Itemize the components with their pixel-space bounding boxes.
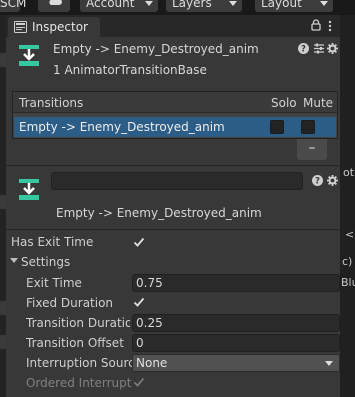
transition-offset-label: Transition Offset (26, 336, 124, 350)
svg-text:?: ? (315, 177, 320, 186)
kebab-menu-icon[interactable] (328, 20, 332, 35)
right-edge-text: Blu (341, 276, 355, 289)
layout-dropdown[interactable]: Layout (255, 0, 333, 12)
transition-icon (19, 179, 39, 204)
transition-offset-field[interactable]: 0 (132, 334, 340, 352)
dropdown-arrow-icon (145, 1, 153, 6)
dropdown-arrow-icon (229, 1, 237, 6)
settings-icon[interactable] (327, 175, 338, 189)
tab-inspector[interactable]: Inspector (8, 17, 100, 37)
mute-checkbox[interactable] (301, 120, 315, 134)
transitions-list: Transitions Solo Mute Empty -> Enemy_Des… (12, 91, 338, 139)
interruption-source-label: Interruption Source (26, 356, 132, 370)
layers-dropdown[interactable]: Layers (166, 0, 242, 12)
lock-icon[interactable] (311, 19, 321, 34)
right-edge-text: c) (342, 255, 353, 268)
scm-button[interactable]: SCM (0, 0, 26, 12)
exit-time-value: 0.75 (136, 276, 163, 290)
solo-header-label: Solo (271, 96, 297, 110)
foldout-arrow-icon[interactable] (10, 258, 18, 263)
ordered-interruption-label: Ordered Interruption (26, 376, 132, 390)
top-toolbar: SCM Account Layers Layout (0, 0, 355, 15)
transitions-list-header: Transitions Solo Mute (13, 92, 337, 113)
transition-duration-field[interactable]: 0.25 (132, 314, 340, 332)
interruption-source-value: None (136, 356, 168, 370)
account-label: Account (86, 0, 135, 10)
checkmark-icon (133, 237, 145, 247)
settings-icon[interactable] (327, 43, 338, 57)
header-title: Empty -> Enemy_Destroyed_anim (53, 42, 259, 56)
settings-foldout-label[interactable]: Settings (21, 255, 121, 269)
checkmark-icon (133, 297, 145, 307)
right-edge-text: < (345, 228, 355, 241)
mute-header-label: Mute (303, 96, 334, 110)
dropdown-arrow-icon (320, 1, 328, 6)
transition-duration-label: Transition Duration (26, 316, 130, 330)
remove-transition-button[interactable]: – (297, 139, 327, 160)
fixed-duration-label: Fixed Duration (26, 296, 114, 310)
layout-label: Layout (261, 0, 302, 10)
header-subtitle: 1 AnimatorTransitionBase (53, 63, 207, 77)
layers-label: Layers (172, 0, 212, 10)
divider (6, 229, 340, 230)
transition-row-name: Empty -> Enemy_Destroyed_anim (19, 120, 225, 134)
inspector-icon (14, 21, 27, 36)
presets-icon[interactable] (313, 43, 325, 57)
remove-transition-label: – (308, 140, 316, 156)
has-exit-time-checkbox[interactable] (132, 235, 146, 249)
tab-label: Inspector (32, 20, 88, 34)
transition-name-field[interactable] (51, 172, 303, 190)
help-icon[interactable]: ? (298, 43, 309, 57)
solo-checkbox[interactable] (270, 120, 284, 134)
exit-time-label: Exit Time (26, 276, 82, 290)
account-dropdown[interactable]: Account (80, 0, 158, 12)
scm-label: SCM (0, 0, 27, 10)
interruption-source-dropdown[interactable]: None (132, 354, 340, 372)
exit-time-field[interactable]: 0.75 (132, 274, 340, 292)
inspector-panel: Inspector Empty -> Enemy_Destroyed_anim … (6, 15, 340, 397)
transition-title: Empty -> Enemy_Destroyed_anim (56, 206, 262, 220)
transition-row[interactable]: Empty -> Enemy_Destroyed_anim (14, 117, 336, 137)
cloud-icon (48, 0, 62, 10)
has-exit-time-label: Has Exit Time (11, 235, 94, 249)
dropdown-arrow-icon (325, 361, 333, 366)
right-window-edge: ot < c) Blu (340, 15, 355, 397)
tab-bar: Inspector (6, 15, 340, 37)
cloud-button[interactable] (38, 0, 70, 12)
ordered-interruption-checkbox (132, 375, 146, 389)
help-icon[interactable]: ? (312, 175, 323, 189)
fixed-duration-checkbox[interactable] (132, 295, 146, 309)
divider (6, 165, 340, 166)
right-edge-text: ot (343, 166, 355, 179)
transition-offset-value: 0 (136, 336, 144, 350)
svg-text:?: ? (301, 45, 306, 54)
checkmark-icon (133, 377, 145, 387)
transitions-header-label: Transitions (19, 96, 84, 110)
transition-icon (19, 45, 39, 70)
transition-duration-value: 0.25 (136, 316, 163, 330)
